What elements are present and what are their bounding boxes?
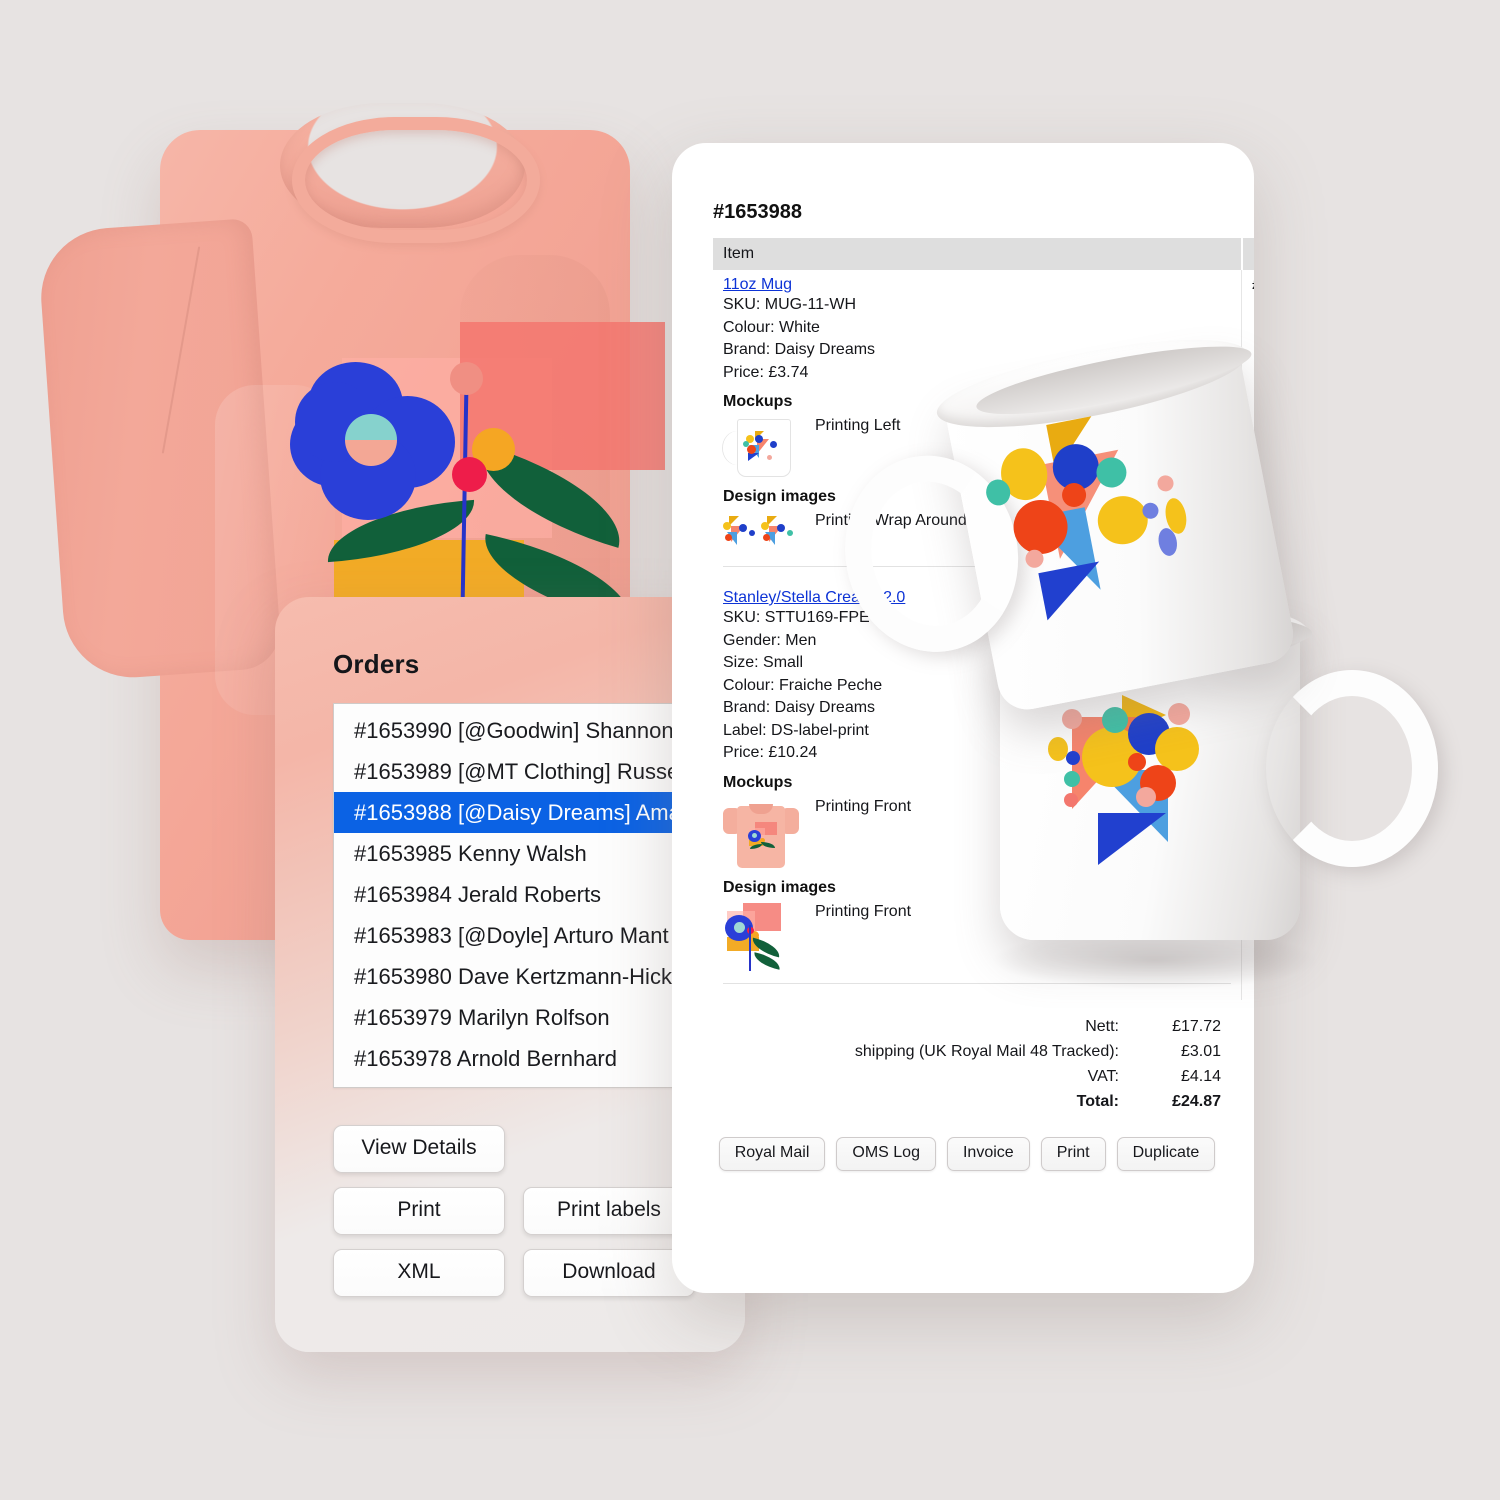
- print-button[interactable]: Print: [1040, 1136, 1106, 1171]
- view-details-button[interactable]: View Details: [333, 1125, 505, 1173]
- art-dot: [1048, 737, 1068, 761]
- flower-center: [345, 414, 397, 466]
- thumb-dot: [739, 524, 747, 532]
- total-value: £4.14: [1180, 1067, 1221, 1085]
- thumb-tee-artwork: [747, 821, 781, 852]
- invoice-button[interactable]: Invoice: [946, 1136, 1030, 1171]
- tshirt-neck-rib: [292, 117, 540, 243]
- thumb-dot: [723, 522, 731, 530]
- mug-print-artwork: [975, 395, 1222, 646]
- thumb-dot: [767, 455, 772, 460]
- art-navy-triangle: [1038, 561, 1109, 621]
- thumb-navy-triangle: [748, 453, 759, 461]
- print-labels-button[interactable]: Print labels: [523, 1187, 695, 1235]
- order-detail-actions: Royal Mail OMS Log Invoice Print Duplica…: [713, 1136, 1221, 1171]
- total-label: Total:: [1076, 1092, 1119, 1110]
- art-dot: [1066, 751, 1080, 765]
- art-dot: [1064, 793, 1078, 807]
- total-label: VAT:: [1087, 1067, 1119, 1085]
- thumb-dot: [770, 441, 777, 448]
- flower-design-thumbnail[interactable]: [723, 901, 799, 973]
- thumb-dot: [749, 530, 755, 536]
- thumb-flower-center: [734, 921, 745, 933]
- thumb-dot: [725, 534, 732, 541]
- thumb-dot: [763, 534, 770, 541]
- thumb-dot: [787, 530, 793, 536]
- art-dot: [1156, 473, 1175, 493]
- item-attribute: SKU: MUG-11-WH: [723, 296, 857, 313]
- xml-button[interactable]: XML: [333, 1249, 505, 1297]
- art-dot: [1064, 771, 1080, 787]
- thumb-mug-artwork: [743, 429, 785, 467]
- mockup-caption: Printing Left: [815, 417, 901, 434]
- mugs-product-photo: [828, 321, 1450, 1065]
- oms-log-button[interactable]: OMS Log: [836, 1136, 936, 1171]
- wrap-around-design-thumbnail[interactable]: [723, 510, 799, 556]
- design-caption: Printing Front: [815, 902, 912, 920]
- total-value: £24.87: [1172, 1092, 1221, 1110]
- art-dot: [1168, 703, 1190, 725]
- total-row-vat: VAT: £4.14: [713, 1068, 1221, 1086]
- table-header-row: Item Each Qty Total: [713, 238, 1254, 270]
- thumb-dot: [761, 522, 769, 530]
- thumb-dot: [755, 435, 763, 443]
- download-button[interactable]: Download: [523, 1249, 695, 1297]
- art-dot: [1136, 787, 1156, 807]
- thumb-dot: [777, 524, 785, 532]
- mug-mockup-thumbnail[interactable]: [723, 415, 799, 479]
- thumb-dot: [743, 441, 749, 447]
- thumb-leaf: [761, 841, 775, 848]
- item-attribute: Colour: White: [723, 318, 820, 336]
- item-link-mug[interactable]: 11oz Mug: [723, 276, 792, 293]
- stage: Orders #1653990 [@Goodwin] Shannon #1653…: [0, 0, 1500, 1500]
- artwork-flower: [290, 362, 460, 522]
- thumb-flower-center: [752, 832, 757, 838]
- royal-mail-button[interactable]: Royal Mail: [718, 1136, 826, 1171]
- print-button[interactable]: Print: [333, 1187, 505, 1235]
- mug-top: [828, 310, 1370, 740]
- tshirt-mockup-thumbnail[interactable]: [723, 796, 799, 870]
- mug-handle: [1266, 670, 1438, 867]
- art-dot: [1128, 753, 1146, 771]
- order-number-heading: #1653988: [713, 201, 802, 223]
- art-navy-triangle: [1098, 813, 1166, 865]
- thumb-dot: [747, 445, 756, 454]
- column-header-item: Item: [713, 238, 1243, 270]
- total-row-grand: Total: £24.87: [713, 1093, 1221, 1111]
- column-header-each: Each: [1241, 238, 1254, 270]
- orders-panel-title: Orders: [333, 649, 420, 679]
- mockup-caption: Printing Front: [815, 797, 912, 815]
- thumb-stem: [749, 924, 751, 971]
- duplicate-button[interactable]: Duplicate: [1116, 1136, 1216, 1171]
